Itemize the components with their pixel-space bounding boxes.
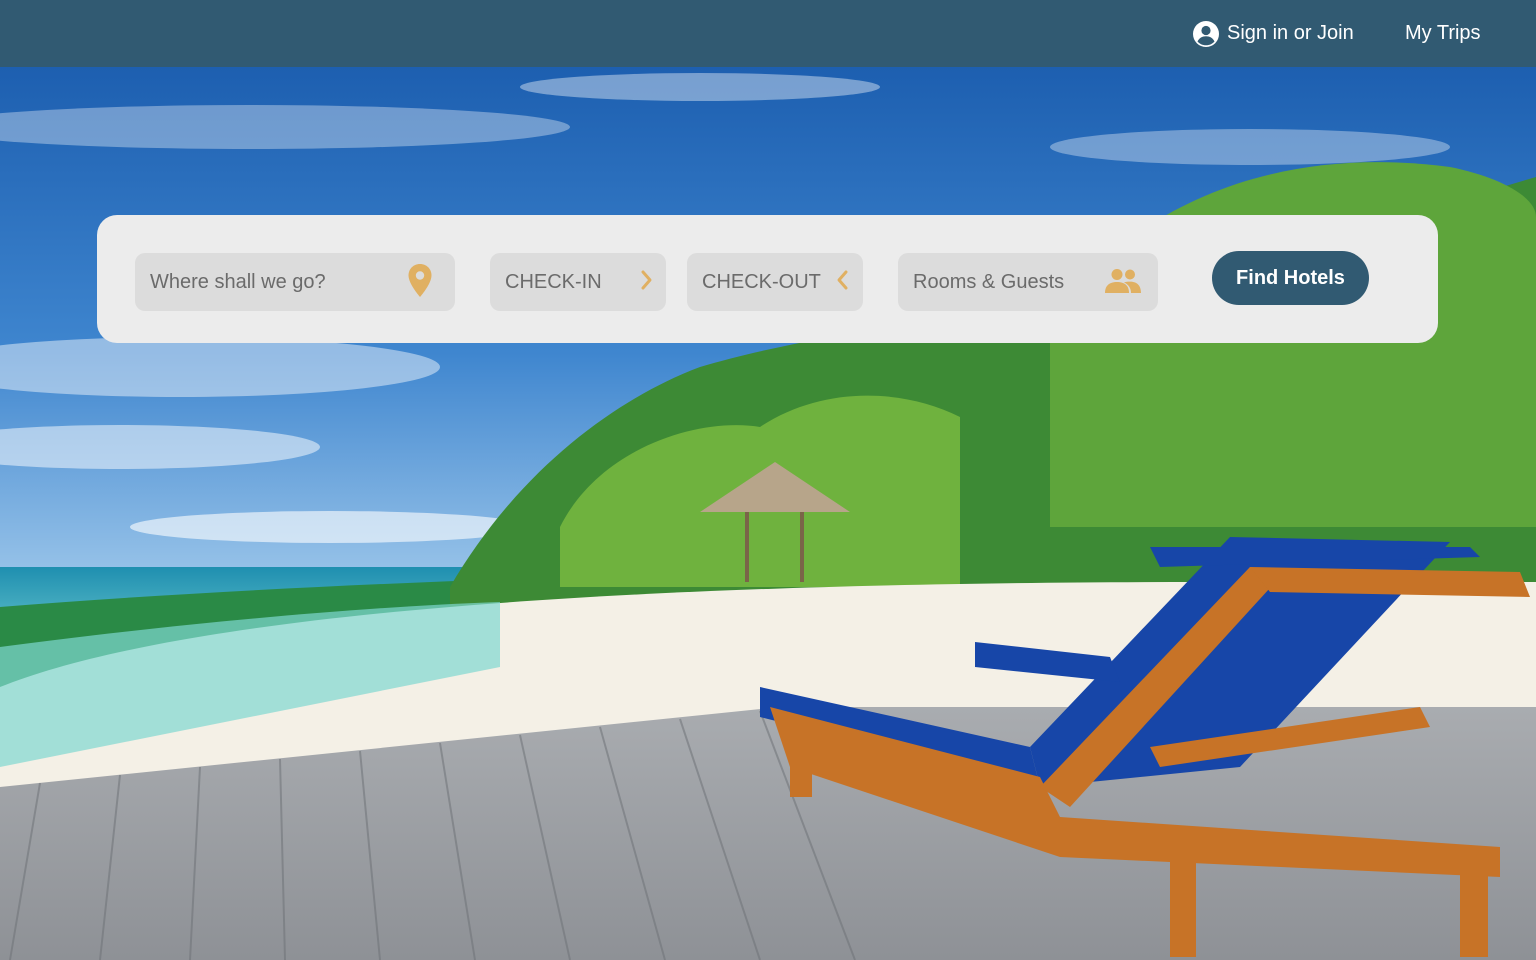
destination-placeholder: Where shall we go? xyxy=(150,270,326,293)
find-hotels-button[interactable]: Find Hotels xyxy=(1212,251,1369,305)
check-in-field[interactable]: CHECK-IN xyxy=(490,253,666,311)
top-navigation-bar: Sign in or Join My Trips xyxy=(0,0,1536,67)
my-trips-label: My Trips xyxy=(1405,22,1481,44)
check-in-label: CHECK-IN xyxy=(505,270,602,293)
beach-scene-illustration xyxy=(0,67,1536,960)
chevron-left-icon xyxy=(835,269,849,291)
hotel-search-card: Where shall we go? CHECK-IN CHECK-OUT Ro… xyxy=(97,215,1438,343)
destination-input[interactable]: Where shall we go? xyxy=(135,253,455,311)
people-icon xyxy=(1104,267,1142,295)
map-pin-icon xyxy=(407,263,433,299)
sign-in-link[interactable]: Sign in or Join xyxy=(1192,0,1354,67)
chevron-right-icon xyxy=(640,269,654,291)
hero-beach-image xyxy=(0,67,1536,960)
my-trips-link[interactable]: My Trips xyxy=(1405,0,1481,67)
check-out-field[interactable]: CHECK-OUT xyxy=(687,253,863,311)
account-circle-icon xyxy=(1192,20,1220,48)
sign-in-label: Sign in or Join xyxy=(1227,22,1354,44)
rooms-guests-label: Rooms & Guests xyxy=(913,270,1065,293)
rooms-guests-field[interactable]: Rooms & Guests xyxy=(898,253,1158,311)
check-out-label: CHECK-OUT xyxy=(702,270,821,293)
